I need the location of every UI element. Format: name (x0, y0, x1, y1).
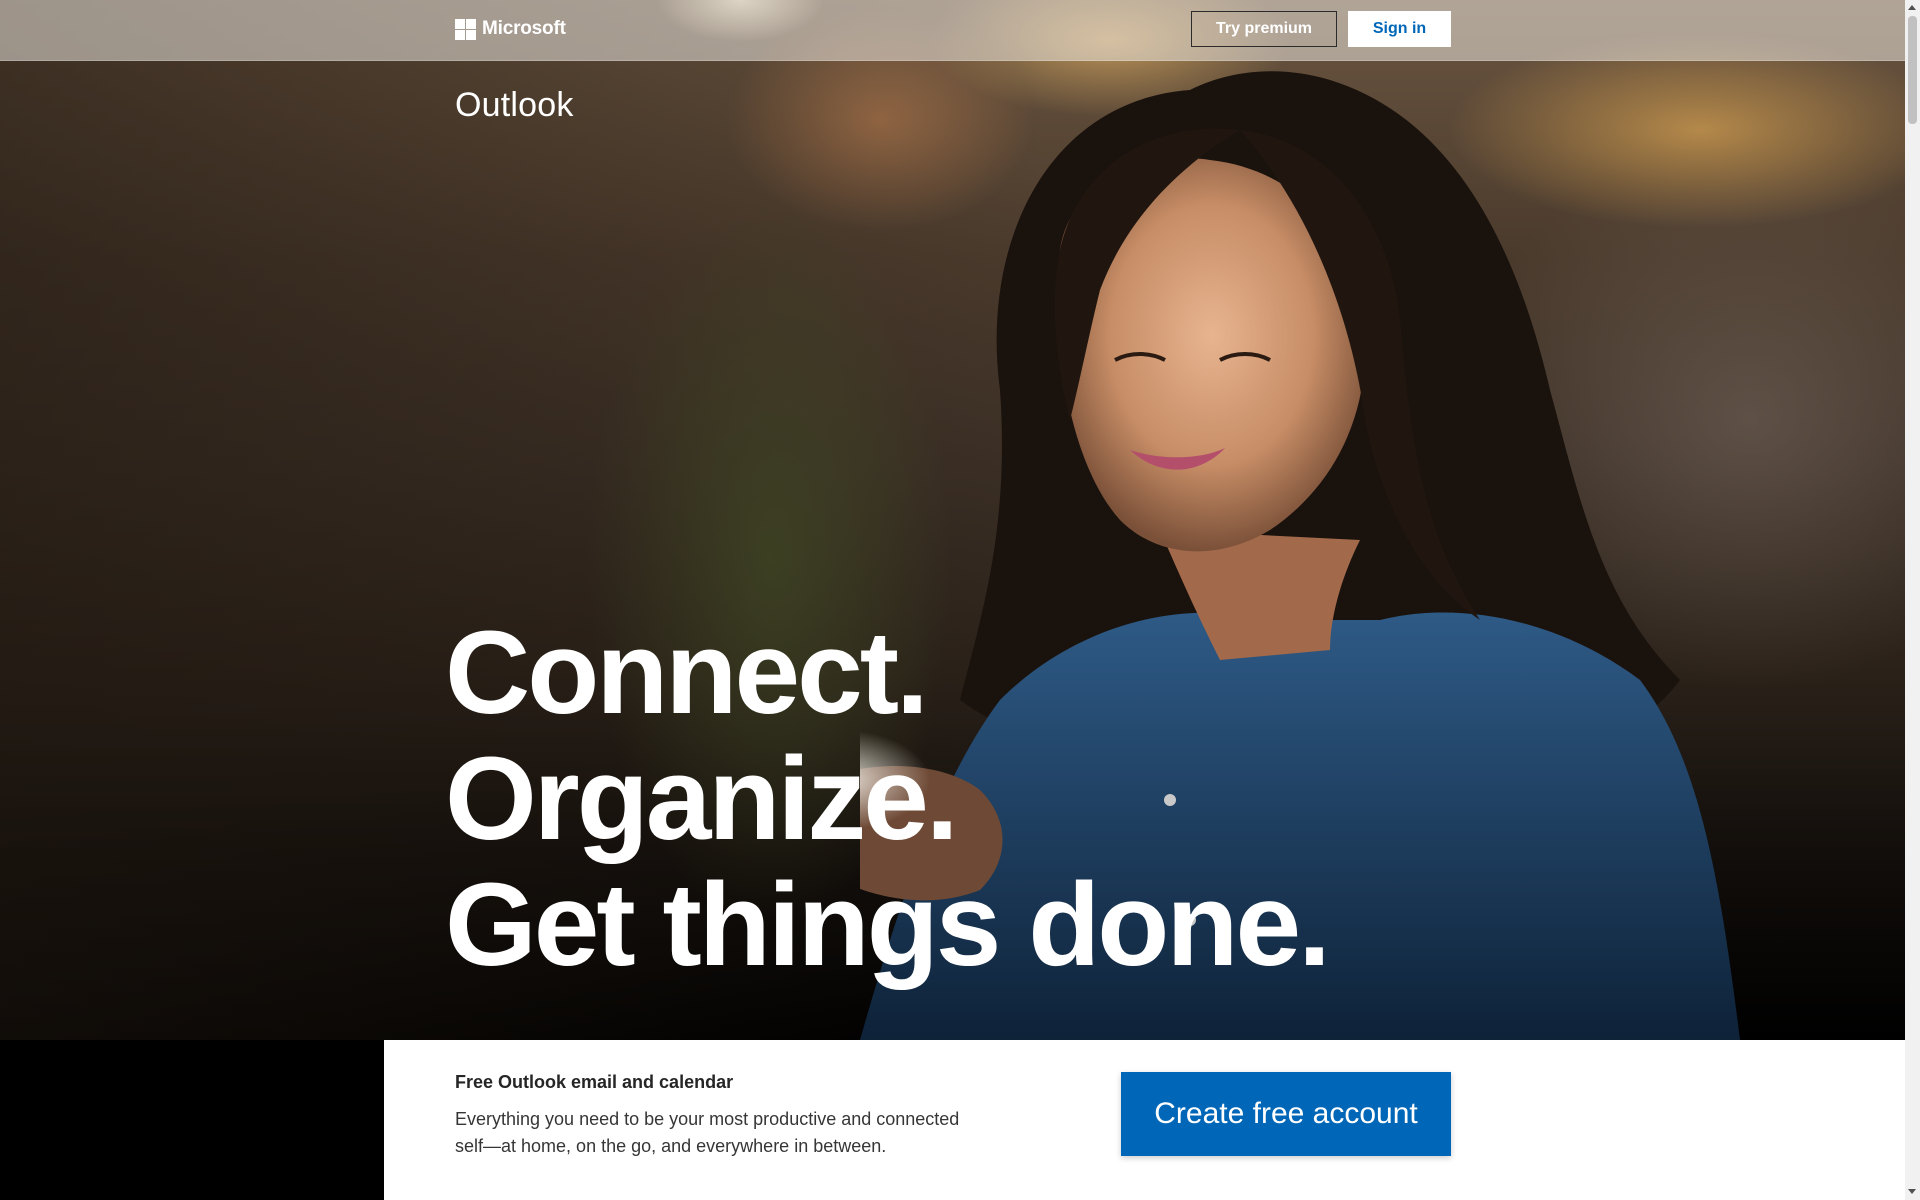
info-panel: Free Outlook email and calendar Everythi… (384, 1040, 1905, 1200)
headline-line-2: Organize. (445, 733, 959, 865)
try-premium-button[interactable]: Try premium (1191, 11, 1337, 47)
info-title: Free Outlook email and calendar (455, 1072, 734, 1092)
microsoft-logo-icon (455, 18, 476, 40)
product-name: Outlook (455, 86, 574, 124)
page-scrollbar[interactable] (1905, 0, 1920, 1200)
top-navigation-bar: Microsoft Try premium Sign in (0, 0, 1905, 61)
brand-name: Microsoft (482, 18, 566, 39)
scroll-up-arrow-icon[interactable] (1908, 5, 1916, 10)
create-free-account-button[interactable]: Create free account (1121, 1072, 1451, 1156)
microsoft-logo[interactable]: Microsoft (455, 18, 566, 40)
headline-line-3: Get things done. (445, 859, 1331, 991)
outlook-landing-page: Microsoft Try premium Sign in Outlook Co… (0, 0, 1905, 1200)
hero-headline: Connect. Organize. Get things done. (445, 607, 1331, 991)
headline-line-1: Connect. (445, 607, 929, 739)
info-description: Everything you need to be your most prod… (455, 1109, 960, 1156)
scrollbar-thumb[interactable] (1908, 16, 1917, 124)
sign-in-button[interactable]: Sign in (1348, 11, 1451, 47)
scroll-down-arrow-icon[interactable] (1908, 1189, 1916, 1194)
